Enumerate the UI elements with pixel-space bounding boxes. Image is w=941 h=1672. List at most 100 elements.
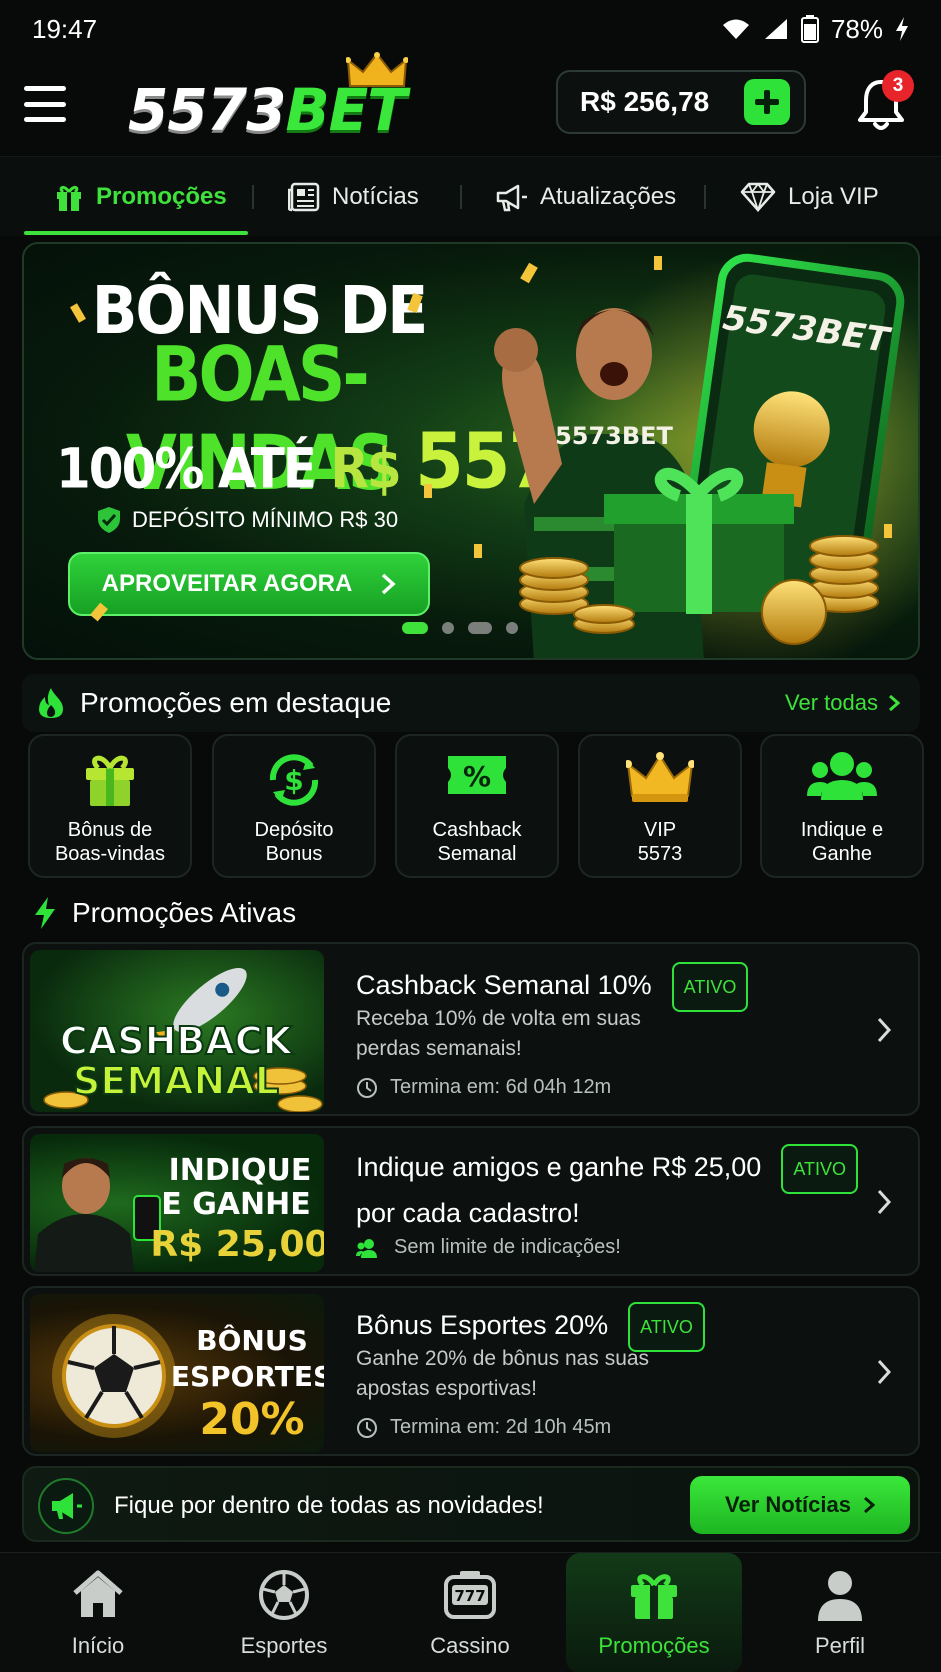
home-icon (73, 1570, 123, 1617)
featured-section-header: Promoções em destaque Ver todas (22, 674, 920, 732)
notification-badge: 3 (882, 70, 914, 102)
nav-icon-wrap (10, 1569, 186, 1625)
featured-card-refer-earn[interactable]: Indique e Ganhe (760, 734, 924, 878)
featured-card-deposit-bonus[interactable]: $ Depósito Bonus (212, 734, 376, 878)
promo-description: Ganhe 20% de bônus nas suas apostas espo… (356, 1344, 649, 1404)
chevron-right-icon (877, 1189, 892, 1215)
nav-label: Início (71, 1633, 125, 1658)
battery-icon (800, 15, 819, 43)
svg-text:%: % (463, 760, 491, 793)
hero-banner[interactable]: BÔNUS DE BOAS-VINDAS 100% ATÉ R$ 557 DEP… (22, 242, 920, 660)
charging-icon (896, 17, 908, 41)
signal-icon (764, 19, 787, 39)
promo-meta-text: Termina em: 2d 10h 45m (390, 1416, 612, 1438)
promo-meta: Sem limite de indicações! (356, 1236, 621, 1259)
featured-card-vip[interactable]: VIP 5573 (578, 734, 742, 878)
gift-icon (57, 185, 81, 211)
confetti-decoration (70, 292, 432, 622)
balance-box[interactable]: R$ 256,78 (556, 70, 806, 134)
menu-line (24, 117, 66, 122)
promo-image-text: SEMANAL (73, 1059, 279, 1103)
menu-button[interactable] (24, 86, 66, 122)
chevron-right-icon (877, 1359, 892, 1385)
nav-inicio[interactable]: Início (10, 1553, 186, 1672)
promo-image-text: R$ 25,00 (150, 1224, 324, 1265)
see-news-button[interactable]: Ver Notícias (690, 1476, 910, 1534)
nav-promocoes[interactable]: Promoções (566, 1553, 742, 1672)
nav-icon-wrap (196, 1569, 372, 1625)
featured-label: Depósito Bonus (254, 819, 334, 865)
chevron-right-icon (877, 1017, 892, 1043)
diamond-icon (740, 182, 776, 212)
nav-cassino[interactable]: 777 Cassino (382, 1553, 558, 1672)
promo-card-refer[interactable]: INDIQUE E GANHE R$ 25,00 Indique amigos … (22, 1126, 920, 1276)
tab-divider (460, 185, 462, 209)
promo-image: BÔNUS ESPORTES 20% (30, 1294, 324, 1452)
promo-desc-line: Ganhe 20% de bônus nas suas (356, 1347, 650, 1370)
chevron-right-icon (863, 1496, 875, 1514)
promo-desc-line: perdas semanais! (356, 1037, 522, 1060)
featured-card-weekly-cashback[interactable]: % Cashback Semanal (395, 734, 559, 878)
news-banner: Fique por dentro de todas as novidades! … (22, 1466, 920, 1542)
megaphone-icon (52, 1493, 82, 1519)
promo-card-cashback[interactable]: CASHBACK SEMANAL Cashback Semanal 10% ATI… (22, 942, 920, 1116)
percent-ticket-icon: % (448, 756, 506, 794)
featured-card-welcome-bonus[interactable]: Bônus de Boas-vindas (28, 734, 192, 878)
svg-text:777: 777 (454, 1587, 485, 1605)
promo-title: Bônus Esportes 20% (356, 1310, 609, 1341)
tab-label: Loja VIP (788, 183, 879, 210)
nav-perfil[interactable]: Perfil (752, 1553, 928, 1672)
promo-meta: Termina em: 6d 04h 12m (356, 1076, 611, 1099)
news-icon-wrap (38, 1478, 94, 1534)
promo-image-text: INDIQUE (169, 1153, 312, 1188)
clock-icon (357, 1417, 377, 1438)
carousel-dot[interactable] (468, 622, 492, 634)
featured-icon-wrap (30, 750, 190, 810)
chevron-right-icon (889, 694, 900, 712)
balance-value: R$ 256,78 (580, 86, 710, 117)
gift-icon (631, 1574, 677, 1619)
active-tab-indicator (24, 231, 248, 235)
featured-icon-wrap (762, 750, 922, 810)
nav-label: Promoções (598, 1633, 710, 1658)
promo-desc-line: apostas esportivas! (356, 1377, 537, 1400)
featured-icon-wrap: $ (214, 750, 374, 810)
slot-machine-icon: 777 (444, 1571, 496, 1619)
promo-image-text: BÔNUS (196, 1323, 307, 1357)
tab-label: Promoções (96, 183, 227, 210)
promo-title-line2: por cada cadastro! (356, 1198, 580, 1228)
promo-card-sports-bonus[interactable]: BÔNUS ESPORTES 20% Bônus Esportes 20% ATI… (22, 1286, 920, 1456)
tab-atualizacoes[interactable]: Atualizações (494, 157, 676, 237)
lightning-icon (35, 897, 55, 929)
logo-number: 5573 (128, 76, 286, 144)
add-funds-button[interactable] (744, 79, 790, 125)
carousel-dot[interactable] (442, 622, 454, 634)
active-section-header: Promoções Ativas (22, 884, 920, 942)
carousel-dot[interactable] (506, 622, 518, 634)
status-icons: 78% (721, 14, 909, 45)
bottom-navigation: Início Esportes 777 Cassino Promoções Pe… (0, 1552, 941, 1672)
tab-label: Notícias (332, 183, 419, 210)
status-badge: ATIVO (671, 962, 749, 1012)
brand-logo[interactable]: 5573BET (128, 52, 468, 150)
promo-image: INDIQUE E GANHE R$ 25,00 (30, 1134, 324, 1272)
nav-esportes[interactable]: Esportes (196, 1553, 372, 1672)
megaphone-icon (496, 184, 527, 212)
menu-line (24, 86, 66, 91)
promo-description: Receba 10% de volta em suas perdas seman… (356, 1004, 641, 1064)
promo-desc-line: Receba 10% de volta em suas (356, 1007, 641, 1030)
tab-promocoes[interactable]: Promoções (54, 157, 227, 237)
tab-loja-vip[interactable]: Loja VIP (740, 157, 879, 237)
notifications-button[interactable]: 3 (856, 70, 914, 132)
status-bar: 19:47 78% (0, 0, 941, 58)
wifi-icon (722, 19, 749, 39)
featured-label: Cashback Semanal (432, 819, 522, 865)
featured-label: Bônus de Boas-vindas (54, 819, 166, 865)
nav-icon-wrap (566, 1569, 742, 1625)
dollar-refresh-icon: $ (269, 754, 319, 806)
promo-image-text: CASHBACK (60, 1019, 294, 1063)
carousel-dot[interactable] (402, 622, 428, 634)
clock-icon (357, 1077, 377, 1098)
tab-noticias[interactable]: Notícias (288, 157, 419, 237)
see-all-link[interactable]: Ver todas (785, 690, 900, 716)
